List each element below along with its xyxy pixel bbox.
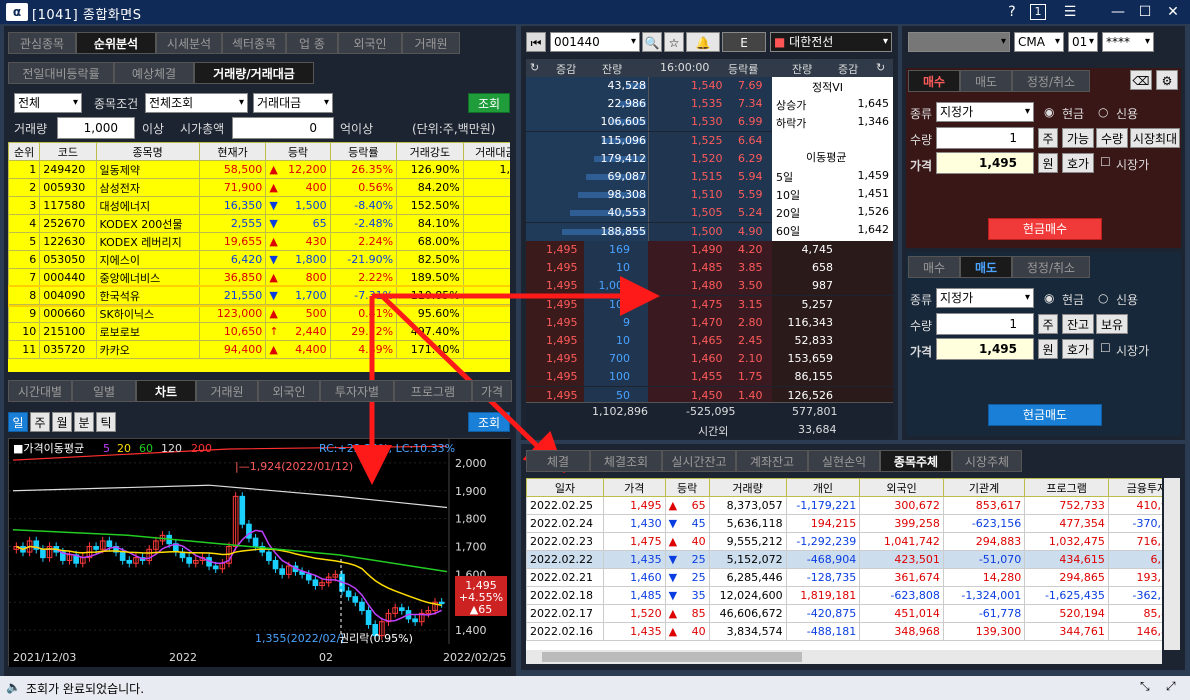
sub-tab-1[interactable]: 예상체결	[114, 62, 194, 84]
bottom-tab-5[interactable]: 종목주체	[880, 450, 952, 472]
shrink-icon[interactable]: ⤡	[1140, 679, 1150, 694]
period-0[interactable]: 일	[8, 412, 28, 432]
period-1[interactable]: 주	[30, 412, 50, 432]
bottom-tab-6[interactable]: 시장주체	[952, 450, 1022, 472]
chart-tab-6[interactable]: 프로그램	[394, 380, 472, 402]
sub-tab-0[interactable]: 전일대비등락률	[8, 62, 114, 84]
status-bar: 🔈 조회가 완료되었습니다. ⤡ ⤢	[0, 676, 1190, 700]
chart-tab-2[interactable]: 차트	[136, 380, 196, 402]
period-2[interactable]: 월	[52, 412, 72, 432]
bottom-tab-0[interactable]: 체결	[526, 450, 590, 472]
chart-tab-0[interactable]: 시간대별	[8, 380, 72, 402]
period-4[interactable]: 틱	[96, 412, 116, 432]
bottom-tab-3[interactable]: 계좌잔고	[736, 450, 808, 472]
chart-tab-1[interactable]: 일별	[72, 380, 136, 402]
chart-tab-4[interactable]: 외국인	[258, 380, 320, 402]
bottom-tab-4[interactable]: 실현손익	[808, 450, 880, 472]
top-tab-6[interactable]: 거래원	[402, 32, 460, 54]
top-tab-2[interactable]: 시세분석	[156, 32, 222, 54]
period-3[interactable]: 분	[74, 412, 94, 432]
top-tab-3[interactable]: 섹터종목	[222, 32, 286, 54]
sub-tab-2[interactable]: 거래량/거래대금	[194, 62, 314, 84]
status-message: 조회가 완료되었습니다.	[26, 682, 145, 696]
speaker-icon: 🔈	[6, 680, 21, 694]
chart-tab-3[interactable]: 거래원	[196, 380, 258, 402]
top-tab-4[interactable]: 업 종	[286, 32, 338, 54]
bottom-tab-2[interactable]: 실시간잔고	[662, 450, 736, 472]
chart-tab-5[interactable]: 투자자별	[320, 380, 394, 402]
top-tab-0[interactable]: 관심종목	[8, 32, 76, 54]
expand-icon[interactable]: ⤢	[1166, 679, 1176, 694]
top-tab-5[interactable]: 외국인	[338, 32, 402, 54]
bottom-tab-1[interactable]: 체결조회	[590, 450, 662, 472]
chart-tab-7[interactable]: 가격	[472, 380, 512, 402]
top-tab-1[interactable]: 순위분석	[76, 32, 156, 54]
annotation-arrows	[352, 276, 660, 485]
